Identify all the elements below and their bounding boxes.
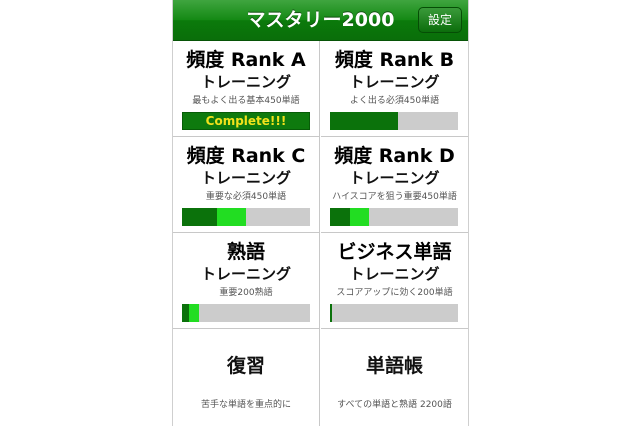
progress-bar [330, 112, 458, 130]
menu-item-title: 頻度 Rank D [334, 145, 455, 167]
app-screen: マスタリー2000 設定 頻度 Rank A トレーニング 最もよく出る基本45… [172, 0, 469, 426]
progress-fill [330, 112, 398, 130]
menu-item-rank-b[interactable]: 頻度 Rank B トレーニング よく出る必須450単語 [321, 41, 468, 137]
menu-item-title: 熟語 [226, 241, 265, 263]
complete-label: Complete!!! [205, 114, 287, 128]
progress-fill-learning [189, 304, 199, 322]
menu-item-caption: 重要な必須450単語 [205, 192, 287, 202]
progress-bar [182, 208, 310, 226]
progress-bar [182, 304, 310, 322]
menu-item-title: 単語帳 [365, 355, 423, 377]
progress-fill-mastered [182, 208, 217, 226]
progress-bar [330, 304, 458, 322]
progress-bar: Complete!!! [182, 112, 310, 130]
menu-item-subtitle: トレーニング [349, 169, 440, 187]
menu-item-wordbook[interactable]: 単語帳 すべての単語と熟語 2200語 [321, 329, 468, 426]
progress-bar [330, 208, 458, 226]
menu-item-caption: よく出る必須450単語 [349, 96, 440, 106]
menu-item-rank-d[interactable]: 頻度 Rank D トレーニング ハイスコアを狙う重要450単語 [321, 137, 468, 233]
nav-bar: マスタリー2000 設定 [173, 0, 468, 41]
menu-item-caption: 重要200熟語 [219, 288, 273, 298]
menu-item-caption: すべての単語と熟語 2200語 [337, 400, 452, 410]
progress-fill-learning [217, 208, 246, 226]
progress-fill-mastered [182, 304, 189, 322]
settings-button[interactable]: 設定 [418, 7, 462, 33]
menu-item-rank-c[interactable]: 頻度 Rank C トレーニング 重要な必須450単語 [173, 137, 320, 233]
menu-item-caption: ハイスコアを狙う重要450単語 [332, 192, 457, 202]
progress-fill [330, 304, 332, 322]
menu-item-caption: 苦手な単語を重点的に [200, 400, 291, 410]
menu-item-caption: 最もよく出る基本450単語 [192, 96, 300, 106]
menu-item-subtitle: トレーニング [200, 73, 291, 91]
menu-item-rank-a[interactable]: 頻度 Rank A トレーニング 最もよく出る基本450単語 Complete!… [173, 41, 320, 137]
menu-item-subtitle: トレーニング [349, 73, 440, 91]
menu-item-business[interactable]: ビジネス単語 トレーニング スコアアップに効く200単語 [321, 233, 468, 329]
menu-item-caption: スコアアップに効く200単語 [336, 288, 453, 298]
menu-grid: 頻度 Rank A トレーニング 最もよく出る基本450単語 Complete!… [173, 41, 468, 426]
menu-item-subtitle: トレーニング [349, 265, 440, 283]
menu-item-review[interactable]: 復習 苦手な単語を重点的に [173, 329, 320, 426]
menu-item-title: 復習 [226, 355, 265, 377]
menu-item-title: ビジネス単語 [337, 241, 452, 263]
progress-fill-mastered [330, 208, 350, 226]
menu-item-subtitle: トレーニング [200, 169, 291, 187]
progress-fill-learning [350, 208, 369, 226]
menu-item-idioms[interactable]: 熟語 トレーニング 重要200熟語 [173, 233, 320, 329]
menu-item-subtitle: トレーニング [200, 265, 291, 283]
menu-item-title: 頻度 Rank A [186, 49, 306, 71]
menu-item-title: 頻度 Rank C [186, 145, 306, 167]
menu-item-title: 頻度 Rank B [334, 49, 455, 71]
